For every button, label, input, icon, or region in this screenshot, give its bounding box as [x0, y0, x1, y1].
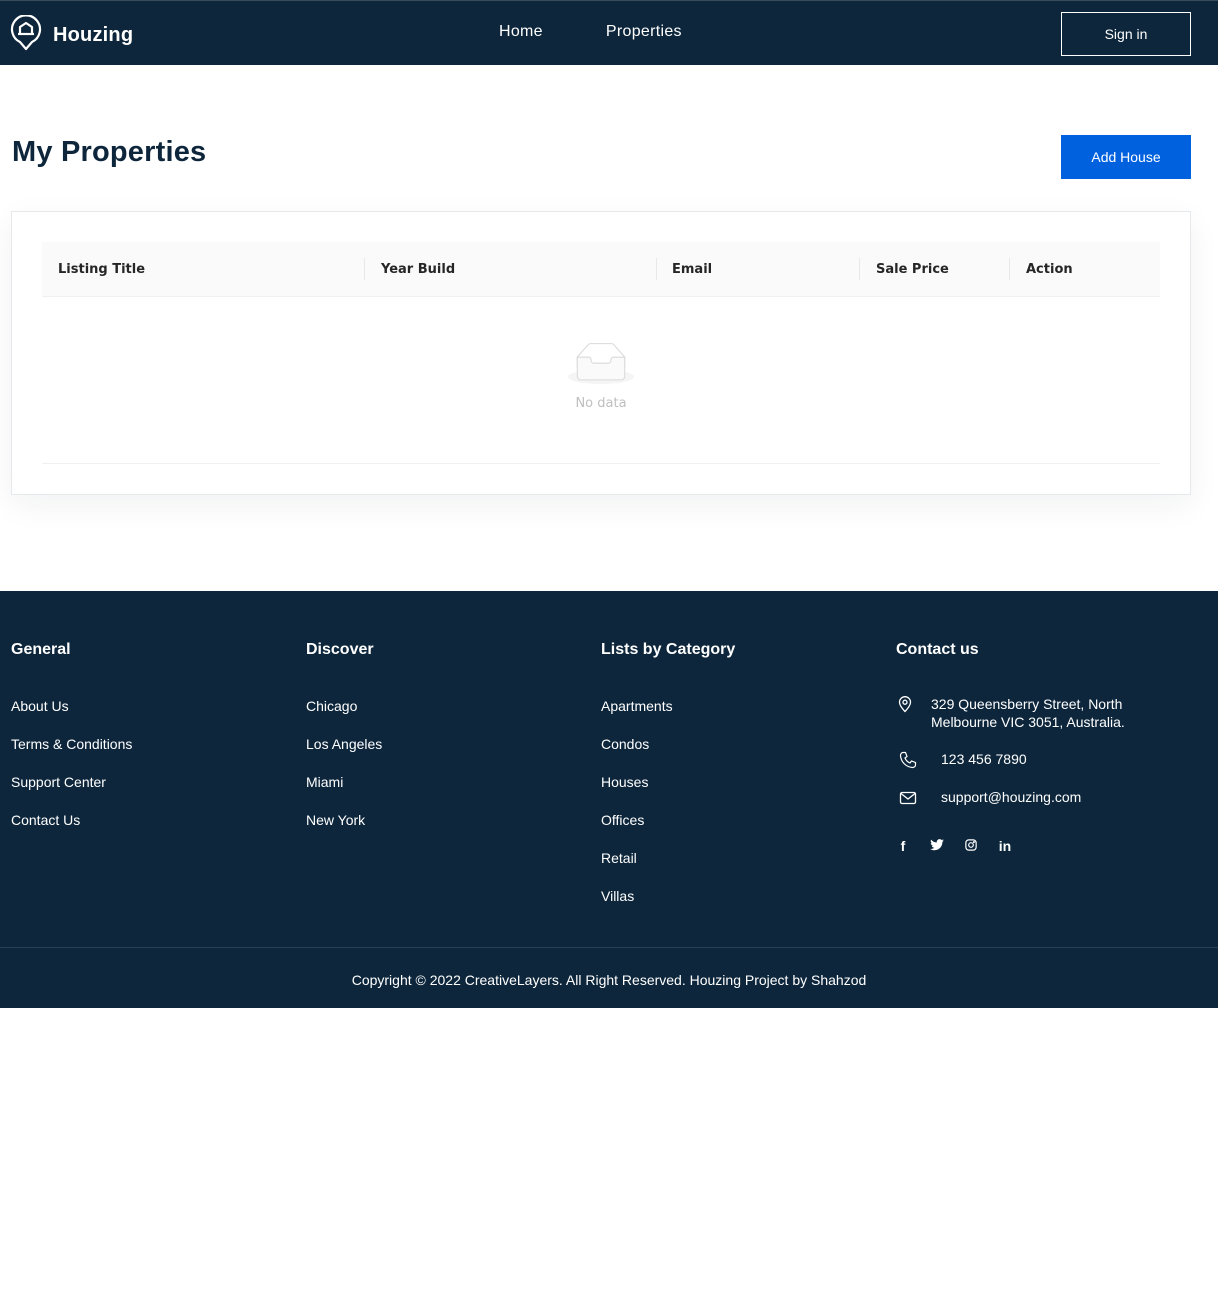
column-header-listing-title[interactable]: Listing Title: [58, 242, 145, 297]
footer-heading-discover: Discover: [306, 641, 374, 658]
footer-heading-category: Lists by Category: [601, 641, 736, 658]
contact-phone-text: 123 456 7890: [941, 751, 1027, 767]
top-navbar: Houzing Home Properties Sign in: [0, 0, 1218, 65]
footer-link-new-york[interactable]: New York: [306, 810, 382, 848]
footer-link-houses[interactable]: Houses: [601, 772, 735, 810]
footer-link-miami[interactable]: Miami: [306, 772, 382, 810]
nav-link-home[interactable]: Home: [499, 23, 543, 41]
footer-link-support-center[interactable]: Support Center: [11, 772, 132, 810]
nav-links: Home Properties: [499, 23, 745, 41]
footer-general-column: General About Us Terms & Conditions Supp…: [11, 641, 132, 848]
phone-icon: [899, 751, 917, 772]
contact-email-text: support@houzing.com: [941, 789, 1082, 805]
page-title: My Properties: [12, 136, 207, 168]
footer-link-offices[interactable]: Offices: [601, 810, 735, 848]
column-header-year-build[interactable]: Year Build: [381, 242, 455, 297]
column-header-email[interactable]: Email: [672, 242, 712, 297]
footer: General About Us Terms & Conditions Supp…: [0, 591, 1218, 1008]
column-divider: [656, 258, 657, 280]
footer-heading-contact: Contact us: [896, 641, 979, 658]
footer-discover-column: Discover Chicago Los Angeles Miami New Y…: [306, 641, 382, 848]
social-links: f in: [896, 838, 1032, 854]
sign-in-button[interactable]: Sign in: [1061, 12, 1191, 56]
map-pin-icon: [896, 695, 914, 731]
brand-logo[interactable]: Houzing: [10, 14, 134, 56]
footer-category-column: Lists by Category Apartments Condos Hous…: [601, 641, 735, 924]
column-divider: [1009, 258, 1010, 280]
column-header-action[interactable]: Action: [1026, 242, 1073, 297]
address-line-1: 329 Queensberry Street, North: [931, 696, 1123, 712]
footer-divider: [0, 947, 1218, 948]
footer-heading-general: General: [11, 641, 71, 658]
footer-link-condos[interactable]: Condos: [601, 734, 735, 772]
footer-link-chicago[interactable]: Chicago: [306, 696, 382, 734]
facebook-icon[interactable]: f: [896, 838, 910, 854]
address-line-2: Melbourne VIC 3051, Australia.: [931, 714, 1125, 730]
footer-link-terms[interactable]: Terms & Conditions: [11, 734, 132, 772]
table-header: Listing Title Year Build Email Sale Pric…: [42, 242, 1160, 297]
footer-link-villas[interactable]: Villas: [601, 886, 735, 924]
mail-icon: [899, 789, 917, 810]
footer-link-los-angeles[interactable]: Los Angeles: [306, 734, 382, 772]
contact-phone[interactable]: 123 456 7890: [899, 751, 1027, 772]
column-header-sale-price[interactable]: Sale Price: [876, 242, 949, 297]
add-house-button[interactable]: Add House: [1061, 135, 1191, 179]
contact-email[interactable]: support@houzing.com: [899, 789, 1081, 810]
footer-link-apartments[interactable]: Apartments: [601, 696, 735, 734]
column-divider: [859, 258, 860, 280]
footer-contact-column: Contact us: [896, 641, 979, 696]
contact-address: 329 Queensberry Street, North Melbourne …: [896, 695, 1125, 731]
linkedin-icon[interactable]: in: [998, 838, 1012, 854]
properties-table-card: Listing Title Year Build Email Sale Pric…: [11, 211, 1191, 495]
empty-text: No data: [575, 396, 627, 411]
column-divider: [364, 258, 365, 280]
twitter-icon[interactable]: [930, 838, 944, 854]
empty-inbox-icon: [568, 342, 634, 386]
nav-link-properties[interactable]: Properties: [606, 23, 682, 41]
table-empty-state: No data: [42, 297, 1160, 464]
brand-name: Houzing: [53, 24, 134, 46]
copyright-text: Copyright © 2022 CreativeLayers. All Rig…: [351, 972, 867, 988]
footer-link-contact-us[interactable]: Contact Us: [11, 810, 132, 848]
instagram-icon[interactable]: [964, 838, 978, 854]
footer-link-about-us[interactable]: About Us: [11, 696, 132, 734]
house-pin-icon: [10, 14, 42, 56]
footer-link-retail[interactable]: Retail: [601, 848, 735, 886]
